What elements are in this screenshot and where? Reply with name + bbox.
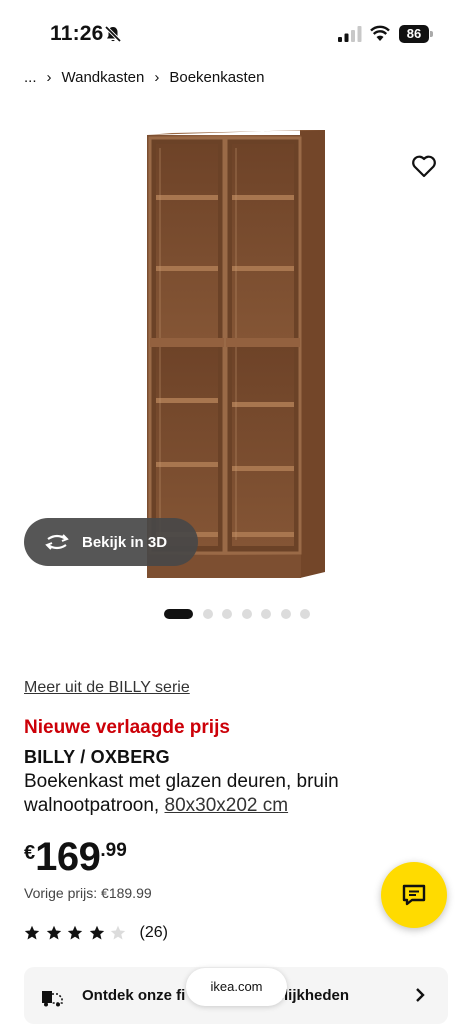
product-name: BILLY / OXBERG: [24, 747, 170, 767]
previous-price: Vorige prijs: €189.99: [24, 885, 152, 901]
product-description: Boekenkast met glazen deuren, bruin waln…: [24, 770, 444, 818]
carousel-dot[interactable]: [280, 609, 291, 619]
carousel-dots: [164, 609, 320, 619]
product-size-link[interactable]: 80x30x202 cm: [165, 795, 289, 816]
star-icon: [67, 925, 83, 940]
delivery-icon: [42, 990, 63, 1006]
rating[interactable]: (26): [24, 924, 168, 942]
chat-button[interactable]: [381, 862, 447, 928]
bell-muted-icon: [104, 25, 122, 43]
price-tag-label: Nieuwe verlaagde prijs: [24, 717, 230, 738]
carousel-dot[interactable]: [202, 609, 213, 619]
price-amount: 169: [35, 835, 101, 879]
chevron-right-icon: [416, 988, 425, 1002]
price-decimals: .99: [100, 840, 127, 861]
breadcrumb-separator: ›: [46, 69, 52, 86]
heart-icon[interactable]: [410, 152, 438, 180]
status-time: 11:26: [50, 22, 104, 45]
rotate-3d-icon: [45, 534, 69, 550]
star-empty-icon: [110, 925, 126, 940]
breadcrumb-separator: ›: [154, 69, 160, 86]
status-bar: 11:26 86: [0, 0, 472, 70]
breadcrumb-ellipsis[interactable]: ...: [24, 69, 37, 86]
breadcrumb-wandkasten[interactable]: Wandkasten: [62, 69, 145, 86]
carousel-dot[interactable]: [261, 609, 271, 619]
price-currency: €: [24, 842, 36, 864]
breadcrumb-boekenkasten[interactable]: Boekenkasten: [169, 69, 264, 86]
star-icon: [24, 925, 40, 940]
banner-text-left: Ontdek onze fi: [82, 987, 186, 1004]
rating-count: (26): [139, 924, 168, 941]
carousel-dot[interactable]: [241, 609, 252, 619]
battery-indicator: 86: [399, 25, 433, 43]
carousel-dot-active[interactable]: [164, 609, 193, 619]
breadcrumb: ... › Wandkasten › Boekenkasten: [24, 69, 264, 86]
carousel-dot[interactable]: [300, 609, 310, 619]
battery-tip: [430, 31, 433, 37]
browser-url-pill[interactable]: ikea.com: [186, 968, 287, 1006]
carousel-dot[interactable]: [222, 609, 232, 619]
wifi-icon: [370, 25, 390, 41]
battery-level: 86: [399, 25, 429, 43]
signal-icon: [338, 26, 362, 42]
view-3d-label: Bekijk in 3D: [82, 533, 168, 551]
product-price: € 169 .99: [24, 836, 127, 878]
chat-icon: [402, 884, 426, 906]
series-link[interactable]: Meer uit de BILLY serie: [24, 679, 190, 697]
star-icon: [46, 925, 61, 940]
view-3d-button[interactable]: Bekijk in 3D: [24, 518, 198, 566]
star-icon: [89, 925, 104, 940]
